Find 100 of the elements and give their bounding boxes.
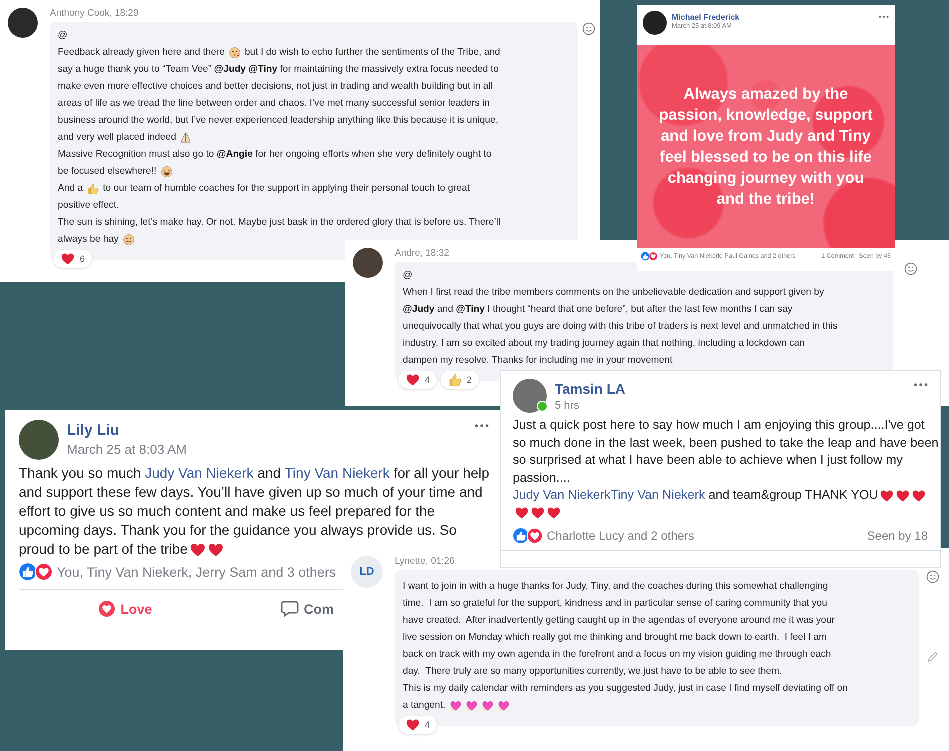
sparkling-heart-icon <box>466 700 478 712</box>
sparkling-heart-icon <box>450 700 462 712</box>
post-text: When I first read the tribe members comments on the unbelievable dedication and support given by <box>403 286 824 300</box>
comment-button[interactable]: Com <box>281 596 334 622</box>
heart-icon <box>912 488 926 503</box>
post-text: unequivocally that what you guys are doing with this tribe of traders is next level and unmatched in this <box>403 320 838 334</box>
author-name[interactable]: Michael Frederick <box>672 13 740 22</box>
reaction-pill[interactable]: 2 <box>441 371 480 389</box>
post-text: @ <box>403 269 413 283</box>
smiling-face-icon <box>122 234 135 246</box>
profile-link[interactable]: Tiny Van Niekerk <box>610 487 706 504</box>
author-name[interactable]: Tamsin LA <box>555 381 626 397</box>
heart-icon <box>880 488 894 503</box>
post-text: always be hay <box>58 233 119 247</box>
seen-count: Seen by 18 <box>867 529 928 543</box>
heart-icon <box>406 718 420 732</box>
banner-text: Always amazed by the passion, knowledge, support and love from Judy and Tiny feel blessed to be on this life changing journey with you and the tribe! <box>658 84 874 210</box>
post-text: Just a quick post here to say how much I am enjoying this group....I've got <box>513 417 925 434</box>
author-time: Andre, 18:32 <box>395 248 450 261</box>
profile-link[interactable]: Tiny Van Niekerk <box>284 464 390 483</box>
heart-icon <box>406 373 420 387</box>
post-text: and very well placed indeed <box>58 131 176 145</box>
post-text: and <box>256 464 282 483</box>
reaction-count: 4 <box>425 375 430 385</box>
post-text: areas of life as we tread the line between order and chaos. I’ve met many successful senior leaders in <box>58 97 490 111</box>
like-icon <box>513 528 529 544</box>
post-text: day. There truly are so many opportunities currently, we just have to be able to see them. <box>403 665 782 679</box>
love-icon <box>527 528 543 544</box>
post-text: This is my daily calendar with reminders as you suggested Judy, just in case I find myself deviating off on <box>403 682 848 696</box>
kissing-face-icon <box>228 46 241 58</box>
love-icon <box>35 563 53 581</box>
like-icon <box>19 563 37 581</box>
post-time: 5 hrs <box>555 400 580 412</box>
heart-icon <box>896 488 910 503</box>
post-text: And a <box>58 182 84 196</box>
avatar-photo <box>353 248 383 278</box>
avatar-photo <box>643 11 667 35</box>
post-text: I want to join in with a huge thanks for Judy, Tiny, and the coaches during this somewhat challenging <box>403 580 828 594</box>
post-text: and support these few days. You’ll have given up so much of your time and <box>19 483 483 502</box>
more-icon <box>475 424 489 428</box>
reaction-pill[interactable]: 6 <box>54 250 92 268</box>
post-text: industry. I am so excited about my trading journey again that nothing, including a lockdown can <box>403 337 805 351</box>
reaction-pill[interactable]: 4 <box>399 716 438 734</box>
avatar-photo <box>8 8 38 38</box>
post-time: March 25 at 8:03 AM <box>67 442 187 457</box>
heart-icon <box>190 542 206 558</box>
post-text: live session on Monday which really got me thinking and brought me back down to earth. I feel I am <box>403 631 827 645</box>
emoji-icon <box>904 262 918 276</box>
reaction-count: 4 <box>425 720 430 730</box>
post-text: business around the world, but I’ve never experienced leadership anything like this because it is unique, <box>58 114 499 128</box>
profile-link[interactable]: Judy Van Niekerk <box>513 487 611 504</box>
author-time: Anthony Cook, 18:29 <box>50 8 139 21</box>
initials-avatar: LD <box>351 556 383 588</box>
post-text: say a huge thank you to “Team Vee” @Judy @Tiny for maintaining the massively extra focus needed to <box>58 63 499 77</box>
author-name[interactable]: Lily Liu <box>67 422 120 439</box>
reaction-count: 2 <box>467 375 472 385</box>
sparkling-heart-icon <box>498 700 510 712</box>
post-text: so much done in the last week, been pushed to take the leap and have been <box>513 434 939 452</box>
avatar-photo <box>513 379 547 413</box>
reaction-names[interactable]: Charlotte Lucy and 2 others <box>547 529 694 543</box>
post-text: dampen my resolve. Thanks for including me in your movement <box>403 354 673 368</box>
post-text: proud to be part of the tribe <box>19 540 188 559</box>
post-text: to our team of humble coaches for the support in applying their personal touch to great <box>103 182 470 196</box>
post-text: but I do wish to echo further the sentiments of the Tribe, and <box>244 46 500 60</box>
post-text: Massive Recognition must also go to @Angie for her ongoing efforts when she very definitely ought to <box>58 148 492 162</box>
post-text: time. I am so grateful for the support, kindness and in particular sense of caring community that you <box>403 597 828 611</box>
reaction-pill[interactable]: 4 <box>399 371 438 389</box>
laughing-face-icon <box>160 166 173 178</box>
profile-link[interactable]: Judy Van Niekerk <box>145 464 254 483</box>
like-icon <box>641 252 650 261</box>
emoji-icon <box>582 22 596 36</box>
thumbs-up-icon <box>87 182 100 194</box>
speech-bubble-icon <box>281 600 299 618</box>
post-text: a tangent. <box>403 699 446 713</box>
post-text: for all your help <box>392 464 490 483</box>
reaction-count: 6 <box>80 254 86 264</box>
heart-icon <box>61 252 75 266</box>
post-text: upcoming days. Thank you for the guidance you always provide us. So <box>19 521 457 540</box>
reaction-names[interactable]: You, Tiny Van Niekerk, Jerry Sam and 3 others <box>57 564 336 580</box>
love-button[interactable]: Love <box>19 596 231 622</box>
post-text: passion.... <box>513 470 570 487</box>
heart-icon <box>531 506 545 520</box>
post-text: be focused elsewhere!! <box>58 165 157 179</box>
post-text: have created. After inadvertently getting caught up in the agendas of everyone around me it was your <box>403 614 835 628</box>
post-text: effort to give us so much content and make us feel prepared for the <box>19 502 436 521</box>
emoji-icon <box>926 570 940 584</box>
post-text: Thank you so much <box>19 464 142 483</box>
thumbs-up-icon <box>448 373 462 387</box>
author-time: Lynette, 01:26 <box>395 556 455 569</box>
sparkling-heart-icon <box>482 700 494 712</box>
heart-icon <box>515 506 529 520</box>
post-text: Feedback already given here and there <box>58 46 225 60</box>
more-icon <box>879 15 889 19</box>
post-text: so surprised at what I have been able to achieve when I just follow my <box>513 452 903 469</box>
more-icon <box>914 383 928 387</box>
post-text: back on track with my own agenda in the forefront and a focus on my vision guiding me through each <box>403 648 832 662</box>
avatar-photo <box>19 420 59 460</box>
post-text: positive effect. <box>58 199 120 213</box>
post-text: The sun is shining, let’s make hay. Or not. Maybe just bask in the ordered glory that is before us. There’ll <box>58 216 501 230</box>
post-text: @Judy and @Tiny I thought “heard that one before”, but after the last few months I can say <box>403 303 793 317</box>
